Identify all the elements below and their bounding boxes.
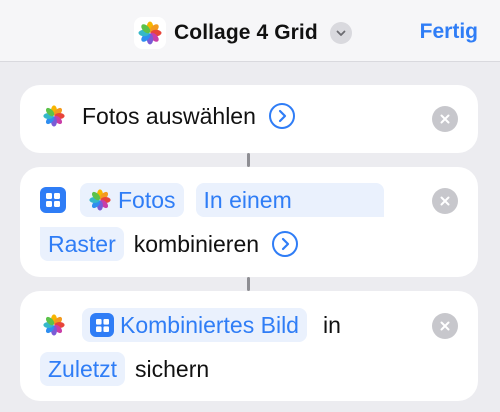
remove-action-button[interactable]: [432, 188, 458, 214]
action-label: Fotos auswählen: [82, 102, 256, 129]
shortcut-title: Collage 4 Grid: [174, 21, 318, 44]
mode-chip-label: In einem: [203, 186, 292, 213]
grid-icon: [40, 187, 66, 213]
action-card-combine-images[interactable]: Fotos In einem Raster kombinieren: [20, 167, 478, 277]
mode-chip-part1[interactable]: In einem: [195, 183, 384, 217]
action-card-save-to-album[interactable]: Kombiniertes Bild in Zuletzt sichern: [20, 291, 478, 401]
grid-icon: [90, 313, 114, 337]
action-verb: sichern: [135, 355, 210, 382]
input-chip-photos[interactable]: Fotos: [80, 183, 184, 217]
close-icon: [440, 114, 450, 124]
input-chip-combined-image[interactable]: Kombiniertes Bild: [82, 308, 307, 342]
chevron-right-circle-icon[interactable]: [268, 102, 296, 130]
remove-action-button[interactable]: [432, 313, 458, 339]
mode-chip-label-cont: Raster: [48, 230, 116, 257]
photos-icon: [89, 189, 111, 211]
action-verb: kombinieren: [133, 230, 260, 257]
mode-chip-part2[interactable]: Raster: [40, 227, 124, 261]
action-connector: [247, 153, 250, 167]
action-card-select-photos[interactable]: Fotos auswählen: [20, 85, 478, 153]
input-chip-label: Fotos: [118, 186, 176, 213]
close-icon: [440, 196, 450, 206]
album-chip-label: Zuletzt: [48, 355, 118, 382]
photos-icon: [40, 311, 68, 339]
shortcut-title-menu[interactable]: Collage 4 Grid: [134, 16, 352, 50]
album-chip[interactable]: Zuletzt: [40, 352, 126, 386]
chevron-right-circle-icon[interactable]: [271, 230, 299, 258]
input-chip-label: Kombiniertes Bild: [120, 311, 299, 338]
chevron-down-icon[interactable]: [329, 22, 352, 44]
navigation-bar: Collage 4 Grid Fertig: [0, 0, 500, 62]
photos-icon: [134, 17, 166, 49]
done-button[interactable]: Fertig: [420, 20, 478, 44]
close-icon: [440, 321, 450, 331]
action-connector: [247, 277, 250, 291]
action-preposition: in: [322, 311, 341, 338]
remove-action-button[interactable]: [432, 106, 458, 132]
photos-icon: [40, 102, 68, 130]
